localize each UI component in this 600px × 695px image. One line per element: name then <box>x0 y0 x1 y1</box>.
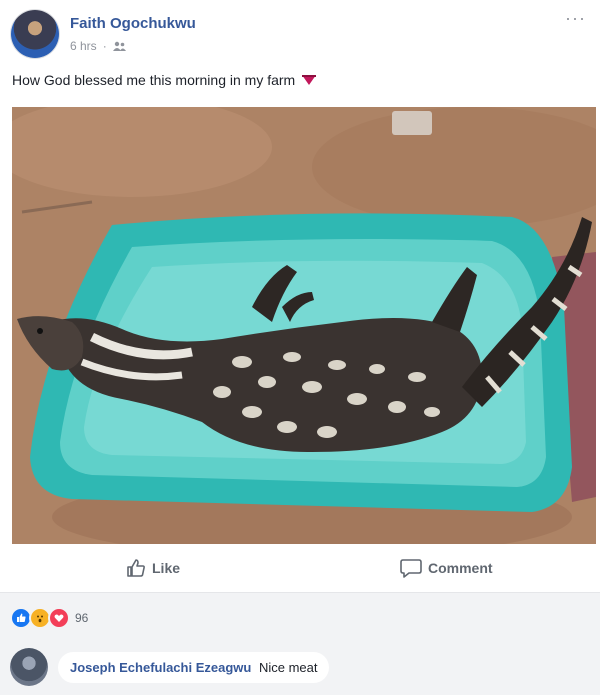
post-body: How God blessed me this morning in my fa… <box>12 72 296 88</box>
photo-content <box>12 107 596 544</box>
like-button[interactable]: Like <box>126 558 180 578</box>
author-name[interactable]: Faith Ogochukwu <box>70 15 196 32</box>
reaction-count: 96 <box>75 611 89 625</box>
post-header: Faith Ogochukwu 6 hrs · ··· <box>0 0 600 62</box>
comment-icon <box>400 559 422 578</box>
author-avatar[interactable] <box>11 10 59 58</box>
friends-icon[interactable] <box>112 41 126 52</box>
post-actions-bar: Like Comment <box>0 548 600 593</box>
comment-text: Nice meat <box>258 659 318 675</box>
heart-emoji-icon <box>302 75 317 85</box>
comment-item: Joseph Echefulachi Ezeagwu Nice meat <box>10 648 330 686</box>
post-text: How God blessed me this morning in my fa… <box>12 72 317 88</box>
commenter-avatar[interactable] <box>10 648 48 686</box>
dot-separator: · <box>102 39 107 53</box>
comment-button[interactable]: Comment <box>400 558 493 578</box>
comment-label: Comment <box>428 560 493 576</box>
love-reaction-icon <box>48 607 70 629</box>
post-meta: 6 hrs · <box>70 39 126 53</box>
post-photo[interactable] <box>12 107 596 544</box>
comment-bubble: Joseph Echefulachi Ezeagwu Nice meat <box>58 651 330 683</box>
like-label: Like <box>152 560 181 576</box>
post-time[interactable]: 6 hrs <box>70 39 97 53</box>
more-options-button[interactable]: ··· <box>565 8 586 29</box>
thumbs-up-icon <box>127 559 145 577</box>
reactions-section: 96 Joseph Echefulachi Ezeagwu Nice meat <box>0 593 600 695</box>
reaction-summary[interactable]: 96 <box>10 607 88 629</box>
commenter-name[interactable]: Joseph Echefulachi Ezeagwu <box>70 660 251 675</box>
